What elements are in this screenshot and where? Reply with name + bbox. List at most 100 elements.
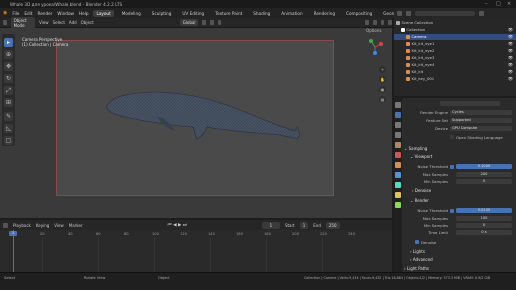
playhead[interactable] [13,230,14,272]
rotate-icon[interactable]: ↻ [4,74,13,83]
view-layer-tab-icon[interactable] [395,132,401,138]
pivot-icon[interactable] [202,20,207,25]
vp-denoise-header[interactable]: › Denoise [412,188,431,193]
menu-keying[interactable]: Keying [36,223,49,228]
feature-set-dropdown[interactable]: Supported [450,118,512,123]
visibility-eye-icon[interactable]: 👁 [508,55,513,60]
modifier-tab-icon[interactable] [395,172,401,178]
tab-compositing[interactable]: Compositing [343,10,375,17]
menu-help[interactable]: Help [79,11,89,16]
tool-tab-icon[interactable] [395,102,401,108]
sampling-section-header[interactable]: ⌄ Sampling [404,146,427,151]
navigation-gizmo[interactable] [366,38,384,56]
menu-object[interactable]: Object [81,20,94,25]
device-dropdown[interactable]: GPU Compute [450,126,512,131]
select-box-icon[interactable]: ▸ [4,38,13,47]
outliner-row[interactable]: Kit_key_001 👁 [394,76,516,82]
outliner-row[interactable]: Kit_kit_eye1 👁 [394,41,516,47]
data-tab-icon[interactable] [395,202,401,208]
properties-search-input[interactable] [440,101,500,106]
outliner-row[interactable]: Kit_kit_eye4 👁 [394,62,516,68]
render-tab-icon[interactable] [395,112,401,118]
whale-model[interactable] [57,41,335,197]
object-tab-icon[interactable] [395,162,401,168]
light-paths-header[interactable]: › Light Paths [404,266,429,271]
editor-type-icon[interactable] [3,20,7,25]
measure-icon[interactable]: ◺ [4,124,13,133]
tab-uv-editing[interactable]: UV Editing [179,10,207,17]
shading-material-icon[interactable] [388,20,393,25]
outliner-row[interactable]: Kit_kit_eye2 👁 [394,48,516,54]
maximize-icon[interactable]: □ [496,1,501,7]
menu-file[interactable]: File [12,11,19,16]
perspective-toggle-icon[interactable]: ▦ [379,96,386,103]
visibility-eye-icon[interactable]: 👁 [508,27,513,32]
vp-noise-threshold-field[interactable]: 0.1000 [456,164,512,169]
pan-icon[interactable]: ✋ [379,76,386,83]
close-icon[interactable]: × [507,1,511,7]
zoom-icon[interactable]: + [379,66,386,73]
r-noise-threshold-checkbox[interactable] [450,208,454,213]
overlay-icon[interactable] [365,20,370,25]
menu-window[interactable]: Window [57,11,74,16]
lights-header[interactable]: › Lights [410,249,425,254]
cursor-icon[interactable]: ⊕ [4,50,13,59]
outliner-row[interactable]: Kit_kit_eye3 👁 [394,55,516,61]
mode-dropdown[interactable]: Object Mode [10,16,36,29]
shading-solid-icon[interactable] [380,20,385,25]
timeline-area[interactable]: 0 20 40 60 80 100 120 140 160 180 200 22… [0,230,392,272]
tab-shading[interactable]: Shading [250,10,273,17]
menu-playback[interactable]: Playback [13,223,31,228]
viewport-subsection-header[interactable]: ⌄ Viewport [410,154,432,159]
menu-select[interactable]: Select [53,20,65,25]
proportional-edit-icon[interactable] [217,20,222,25]
outliner-row[interactable]: Kit_kit 👁 [394,69,516,75]
vp-min-samples-field[interactable]: 0 [456,179,512,184]
outliner-editor-icon[interactable] [397,10,402,16]
visibility-eye-icon[interactable]: 👁 [508,69,513,74]
outliner-search-input[interactable] [415,10,475,16]
vp-max-samples-field[interactable]: 200 [456,172,512,177]
osl-checkbox[interactable] [450,135,454,139]
move-icon[interactable]: ✥ [4,62,13,71]
advanced-header[interactable]: › Advanced [410,257,433,262]
visibility-eye-icon[interactable]: 👁 [508,34,513,39]
menu-add[interactable]: Add [69,20,77,25]
outliner-row[interactable]: Camera 👁 [394,34,516,40]
display-mode-icon[interactable] [406,10,411,16]
r-denoise-checkbox[interactable] [415,240,419,244]
physics-tab-icon[interactable] [395,182,401,188]
xray-icon[interactable] [373,20,377,25]
world-tab-icon[interactable] [395,152,401,158]
tab-sculpting[interactable]: Sculpting [149,10,175,17]
annotate-icon[interactable]: ✎ [4,112,13,121]
orientation-dropdown[interactable]: Global [179,19,199,26]
menu-view[interactable]: View [39,20,49,25]
outliner-row[interactable]: Scene Collection [394,20,516,26]
render-engine-dropdown[interactable]: Cycles [450,110,512,115]
scene-tab-icon[interactable] [395,142,401,148]
playhead-frame-label[interactable]: 1 [9,231,17,236]
start-frame-field[interactable]: 1 [299,221,309,229]
menu-render[interactable]: Render [38,11,53,16]
current-frame-field[interactable]: 1 [261,221,280,229]
tab-animation[interactable]: Animation [278,10,305,17]
visibility-eye-icon[interactable]: 👁 [508,48,513,53]
playback-controls[interactable]: ⏮ ◀ ▶ ⏭ [168,222,187,228]
scale-icon[interactable]: ⤢ [4,86,13,95]
vp-noise-threshold-checkbox[interactable] [450,164,454,169]
r-max-samples-field[interactable]: 100 [456,216,512,221]
outliner-row[interactable]: Collection 👁 [394,27,516,33]
render-subsection-header[interactable]: ⌄ Render [410,198,429,203]
output-tab-icon[interactable] [395,122,401,128]
options-dropdown[interactable]: Options [366,28,381,33]
transform-icon[interactable]: ⊞ [4,98,13,107]
menu-view-timeline[interactable]: View [54,223,64,228]
add-cube-icon[interactable]: ▢ [4,136,13,145]
snap-icon[interactable] [210,20,214,25]
filter-icon[interactable] [479,10,484,16]
tab-modeling[interactable]: Modeling [119,10,144,17]
end-frame-field[interactable]: 250 [325,221,340,229]
visibility-eye-icon[interactable]: 👁 [508,76,513,81]
blender-logo-icon[interactable]: ◉ [3,10,7,16]
